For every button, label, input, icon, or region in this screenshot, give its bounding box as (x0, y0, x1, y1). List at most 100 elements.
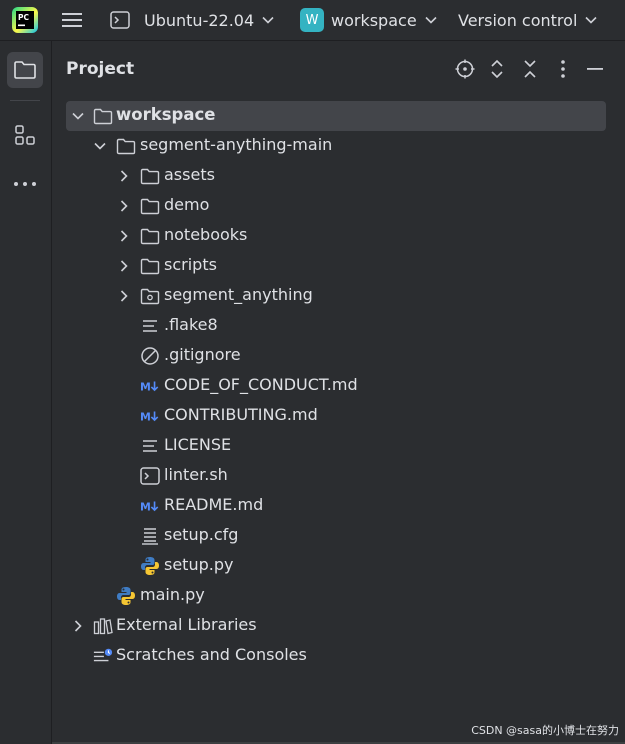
tree-label: scripts (164, 255, 217, 274)
watermark: CSDN @sasa的小博士在努力 (471, 724, 619, 737)
more-horizontal-icon (14, 182, 36, 186)
folder-icon (116, 136, 136, 156)
collapse-all-button[interactable] (519, 58, 541, 80)
chevron-right-icon[interactable] (70, 618, 86, 634)
tree-label: workspace (116, 105, 216, 124)
tree-label: Scratches and Consoles (116, 645, 307, 664)
more-vertical-icon (561, 60, 565, 78)
folder-icon (140, 256, 160, 276)
more-tools-button[interactable] (7, 166, 43, 202)
markdown-icon: M (140, 496, 160, 516)
tree-node-linter[interactable]: linter.sh (66, 461, 606, 491)
chevron-right-icon[interactable] (116, 258, 132, 274)
tree-node-gitignore[interactable]: .gitignore (66, 341, 606, 371)
folder-icon (93, 106, 113, 126)
folder-icon (140, 196, 160, 216)
chevron-down-icon[interactable] (92, 138, 108, 154)
tree-label: CONTRIBUTING.md (164, 405, 318, 424)
python-file-icon (116, 586, 136, 606)
locate-file-button[interactable] (454, 58, 476, 80)
panel-title: Project (66, 59, 135, 79)
markdown-icon: M (140, 406, 160, 426)
chevron-right-icon[interactable] (116, 168, 132, 184)
shell-script-icon (140, 466, 160, 486)
version-control-menu[interactable]: Version control (458, 0, 597, 40)
tree-label: main.py (140, 585, 205, 604)
tree-label: README.md (164, 495, 264, 514)
folder-icon (140, 226, 160, 246)
terminal-icon (110, 11, 130, 29)
chevron-down-icon (425, 16, 437, 24)
tree-node-scratches[interactable]: Scratches and Consoles (66, 641, 606, 671)
title-bar: PC Ubuntu-22.04 W workspace Version cont… (0, 0, 625, 41)
tree-label: LICENSE (164, 435, 232, 454)
tree-label: CODE_OF_CONDUCT.md (164, 375, 358, 394)
tree-label: setup.cfg (164, 525, 239, 544)
tree-label: linter.sh (164, 465, 228, 484)
scratches-icon (93, 646, 113, 666)
tree-label: segment_anything (164, 285, 313, 304)
tree-label: notebooks (164, 225, 248, 244)
tree-node-demo[interactable]: demo (66, 191, 606, 221)
project-panel: Project workspace segment-anything-main … (52, 41, 625, 744)
svg-text:M: M (140, 411, 151, 423)
stripe-divider (10, 100, 40, 101)
tree-label: assets (164, 165, 215, 184)
minimize-icon (587, 68, 603, 70)
markdown-icon: M (140, 376, 160, 396)
tree-node-workspace[interactable]: workspace (66, 101, 606, 131)
folder-icon (14, 61, 36, 79)
main-menu-button[interactable] (61, 0, 83, 40)
collapse-all-icon (524, 60, 536, 78)
svg-text:M: M (140, 501, 151, 513)
package-folder-icon (140, 286, 160, 306)
svg-text:PC: PC (18, 13, 29, 22)
tree-label: .gitignore (164, 345, 241, 364)
workspace-label: workspace (331, 10, 417, 30)
svg-text:M: M (140, 381, 151, 393)
chevron-right-icon[interactable] (116, 288, 132, 304)
environment-selector[interactable]: Ubuntu-22.04 (110, 0, 274, 40)
text-file-icon (140, 436, 160, 456)
chevron-right-icon[interactable] (116, 228, 132, 244)
tree-node-contributing[interactable]: M CONTRIBUTING.md (66, 401, 606, 431)
tree-node-notebooks[interactable]: notebooks (66, 221, 606, 251)
version-control-label: Version control (458, 10, 578, 30)
tree-node-flake8[interactable]: .flake8 (66, 311, 606, 341)
ignore-file-icon (140, 346, 160, 366)
hide-panel-button[interactable] (584, 58, 606, 80)
tree-node-assets[interactable]: assets (66, 161, 606, 191)
tree-node-code-of-conduct[interactable]: M CODE_OF_CONDUCT.md (66, 371, 606, 401)
workspace-selector[interactable]: W workspace (300, 0, 437, 40)
structure-icon (15, 125, 35, 145)
chevron-right-icon[interactable] (116, 198, 132, 214)
project-tool-button[interactable] (7, 52, 43, 88)
project-tree: workspace segment-anything-main assets d… (66, 101, 606, 671)
text-file-icon (140, 316, 160, 336)
chevron-down-icon[interactable] (70, 108, 86, 124)
chevron-down-icon (262, 16, 274, 24)
tree-node-segment-anything-main[interactable]: segment-anything-main (66, 131, 606, 161)
tree-node-license[interactable]: LICENSE (66, 431, 606, 461)
tree-node-main-py[interactable]: main.py (66, 581, 606, 611)
chevron-down-icon (585, 16, 597, 24)
expand-all-icon (491, 59, 503, 79)
python-file-icon (140, 556, 160, 576)
tree-node-segment-anything[interactable]: segment_anything (66, 281, 606, 311)
tree-node-external-libraries[interactable]: External Libraries (66, 611, 606, 641)
config-file-icon (140, 526, 160, 546)
pycharm-logo-icon[interactable]: PC (12, 7, 38, 33)
crosshair-icon (455, 59, 475, 79)
tree-label: External Libraries (116, 615, 257, 634)
structure-tool-button[interactable] (7, 117, 43, 153)
tree-label: .flake8 (164, 315, 218, 334)
tree-label: segment-anything-main (140, 135, 333, 154)
tree-node-setup-py[interactable]: setup.py (66, 551, 606, 581)
tree-label: demo (164, 195, 210, 214)
options-button[interactable] (552, 58, 574, 80)
tree-node-scripts[interactable]: scripts (66, 251, 606, 281)
tree-node-readme[interactable]: M README.md (66, 491, 606, 521)
expand-all-button[interactable] (486, 58, 508, 80)
tree-node-setup-cfg[interactable]: setup.cfg (66, 521, 606, 551)
environment-label: Ubuntu-22.04 (144, 10, 255, 30)
